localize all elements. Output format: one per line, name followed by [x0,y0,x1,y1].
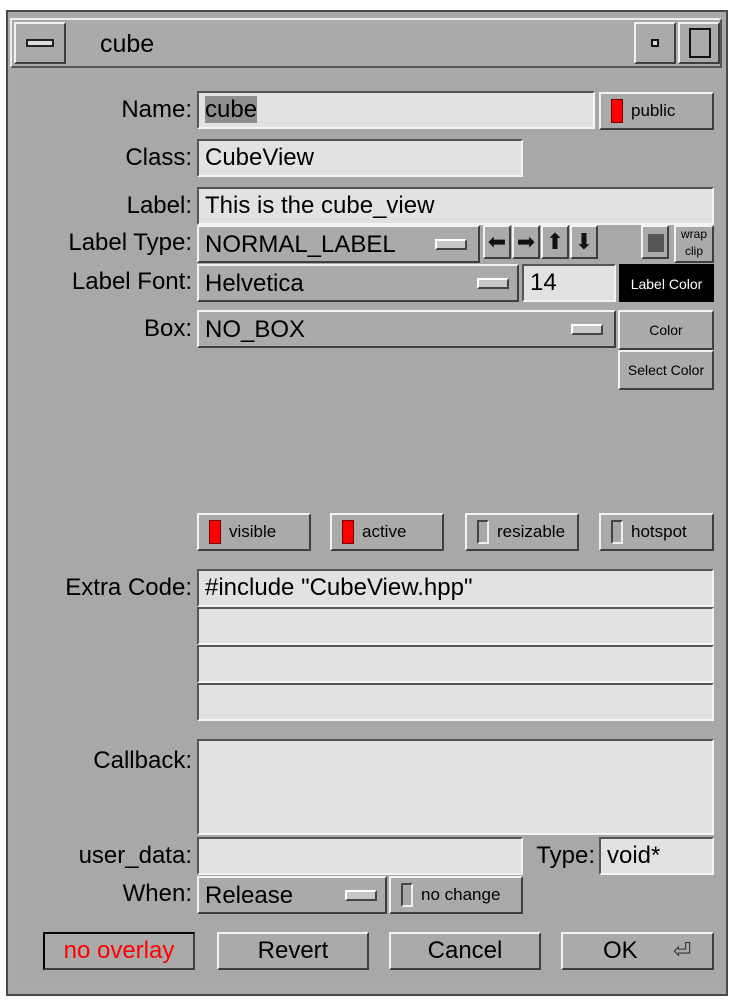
box-choice[interactable]: NO_BOX [197,310,616,348]
label-color-button[interactable]: Label Color [619,264,714,302]
label-type-value: NORMAL_LABEL [205,231,396,258]
align-bottom-button[interactable]: ⬇ [570,225,598,259]
user-data-input[interactable] [197,837,523,875]
extra-code-line-3[interactable] [197,645,714,683]
class-input[interactable]: CubeView [197,139,523,177]
extra-code-line-4[interactable] [197,683,714,721]
resizable-indicator [477,520,489,544]
resizable-toggle[interactable]: resizable [465,513,579,551]
arrow-left-icon: ⬅ [487,229,507,254]
label-type-label: Label Type: [68,229,192,256]
no-change-label: no change [421,885,501,904]
box-value: NO_BOX [205,316,306,343]
public-toggle[interactable]: public [599,92,714,130]
name-input-value: cube [205,96,258,123]
clip-label: clip [684,244,703,258]
no-change-toggle[interactable]: no change [389,876,523,914]
label-type-dropdown-icon [435,239,467,250]
name-label: Name: [121,96,192,123]
hotspot-label: hotspot [631,522,687,541]
window-menu-icon [26,39,54,47]
hotspot-toggle[interactable]: hotspot [599,513,714,551]
box-dropdown-icon [571,324,603,335]
public-indicator [611,99,623,123]
align-left-button[interactable]: ⬅ [483,225,511,259]
no-overlay-button[interactable]: no overlay [43,932,195,970]
wrap-label: wrap [680,227,707,241]
minimize-button[interactable] [634,22,676,64]
visible-toggle[interactable]: visible [197,513,311,551]
when-value: Release [205,882,294,909]
cancel-button[interactable]: Cancel [389,932,541,970]
wrap-clip-button[interactable]: wrap clip [674,225,714,263]
user-data-label: user_data: [78,842,192,869]
arrow-down-icon: ⬇ [574,229,594,254]
active-label: active [362,522,407,541]
when-label: When: [122,880,192,907]
revert-button[interactable]: Revert [217,932,369,970]
hotspot-indicator [611,520,623,544]
type-input[interactable]: void* [599,837,714,875]
align-right-button[interactable]: ➡ [512,225,540,259]
visible-label: visible [229,522,277,541]
class-label: Class: [125,144,192,171]
when-dropdown-icon [345,890,377,901]
label-font-value: Helvetica [205,270,304,297]
align-top-button[interactable]: ⬆ [541,225,569,259]
align-inside-button[interactable] [641,225,669,259]
box-label: Box: [143,315,192,342]
label-size-input[interactable]: 14 [522,264,616,302]
ok-label: OK [603,937,638,964]
label-font-choice[interactable]: Helvetica [197,264,519,302]
when-choice[interactable]: Release [197,876,387,914]
color-button[interactable]: Color [618,310,714,350]
name-input[interactable]: cube [197,91,595,129]
type-label: Type: [536,842,595,869]
extra-code-line-2[interactable] [197,607,714,645]
arrow-up-icon: ⬆ [545,229,565,254]
select-color-button[interactable]: Select Color [618,350,714,390]
public-label: public [631,101,676,120]
active-indicator [342,520,354,544]
window-title: cube [100,30,155,58]
label-type-choice[interactable]: NORMAL_LABEL [197,225,480,263]
square-icon [648,234,664,252]
label-font-label: Label Font: [71,268,192,295]
label-label: Label: [126,192,192,219]
no-change-indicator [401,883,413,907]
resizable-label: resizable [497,522,566,541]
callback-label: Callback: [93,747,192,774]
ok-button[interactable]: OK ⏎ [561,932,714,970]
label-font-dropdown-icon [477,278,509,289]
visible-indicator [209,520,221,544]
active-toggle[interactable]: active [330,513,444,551]
arrow-right-icon: ➡ [516,229,536,254]
maximize-button[interactable] [678,22,720,64]
maximize-icon [689,28,711,58]
minimize-icon [651,39,659,47]
extra-code-label: Extra Code: [65,574,192,601]
label-input[interactable]: This is the cube_view [197,187,714,225]
callback-input[interactable] [197,739,714,835]
extra-code-line-1[interactable]: #include "CubeView.hpp" [197,569,714,607]
return-icon: ⏎ [673,938,692,963]
window-menu-button[interactable] [14,22,66,64]
